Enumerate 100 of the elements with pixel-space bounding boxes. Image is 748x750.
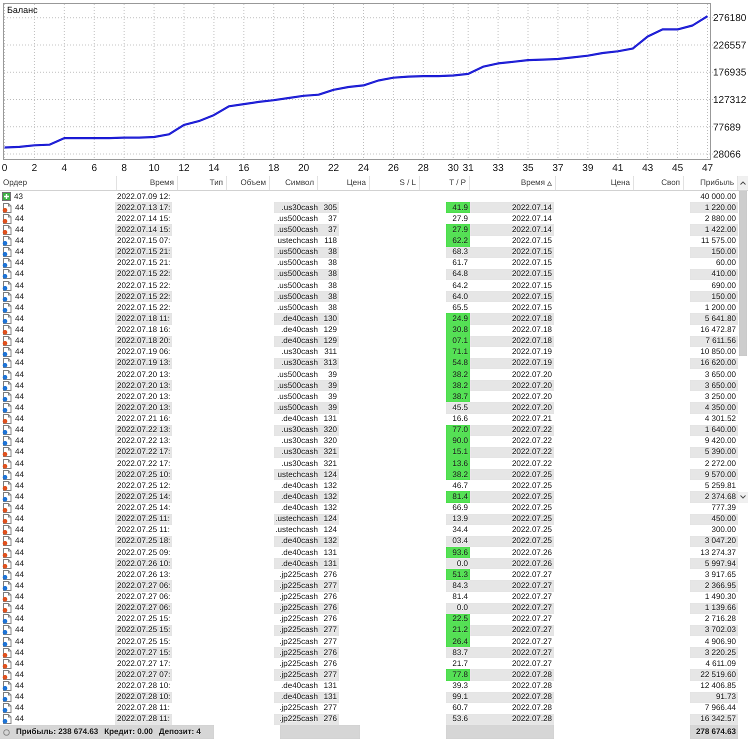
x-axis-label: 35	[522, 163, 534, 174]
order-number: 44	[15, 704, 24, 712]
chevron-up-icon	[740, 181, 746, 185]
y-axis-label: 127312	[713, 95, 746, 106]
column-header[interactable]: S / L	[370, 176, 420, 190]
order-number: 44	[15, 415, 24, 424]
price-cell: 276	[320, 569, 339, 580]
take-profit-cell: 13.9	[446, 514, 470, 525]
x-axis-label: 45	[672, 163, 684, 174]
column-header[interactable]: Время	[117, 176, 178, 190]
open-time-cell: 2022.07.27 06:	[115, 580, 172, 592]
x-axis-label: 28	[418, 163, 429, 174]
x-axis-label: 39	[582, 163, 594, 174]
y-axis-label: 226557	[713, 40, 746, 52]
close-time-cell: 2022.07.18	[470, 336, 554, 347]
price-cell: 131	[320, 692, 339, 703]
price-cell: 321	[320, 446, 339, 458]
profit-cell: 3 917.65	[690, 569, 738, 580]
price-cell: 124	[320, 514, 339, 525]
order-number: 44	[15, 593, 24, 602]
order-number: 44	[15, 392, 24, 401]
profit-cell: 450.00	[690, 514, 738, 525]
y-axis-label: 176935	[713, 68, 746, 79]
close-time-cell: 2022.07.20	[470, 380, 554, 392]
order-number: 44	[15, 448, 24, 456]
open-time-cell: 2022.07.27 17:	[115, 658, 172, 670]
profit-cell: 22 519.60	[690, 669, 738, 680]
open-time-cell: 2022.07.25 14:	[115, 491, 172, 502]
order-number: 44	[15, 537, 24, 546]
price-cell: 37	[320, 213, 339, 224]
x-axis-label: 20	[298, 163, 310, 174]
symbol-cell: .jp225cash	[274, 647, 320, 658]
symbol-cell: .jp225cash	[274, 592, 320, 603]
order-number: 44	[15, 270, 24, 278]
column-header[interactable]: Цена	[318, 176, 370, 190]
x-axis-label: 22	[328, 163, 340, 174]
column-header[interactable]: T / P	[420, 176, 470, 190]
order-number: 44	[15, 226, 24, 234]
open-time-cell: 2022.07.09 12:	[115, 191, 172, 202]
open-time-cell: 2022.07.25 15:	[115, 636, 172, 648]
order-number: 44	[15, 670, 24, 679]
order-number: 44	[15, 715, 24, 724]
scrollbar-thumb[interactable]	[739, 191, 747, 356]
order-number: 44	[15, 638, 24, 646]
column-header[interactable]: Ордер	[0, 176, 117, 190]
price-cell: 38	[320, 268, 339, 280]
profit-cell: 16 620.00	[690, 358, 738, 369]
y-axis-label: 77689	[713, 122, 741, 134]
price-cell: 276	[320, 658, 339, 670]
take-profit-cell: 03.4	[446, 536, 470, 547]
x-axis-label: 33	[492, 163, 504, 174]
symbol-cell: .us500cash	[274, 291, 320, 302]
column-header[interactable]: Объем	[227, 176, 270, 190]
x-axis-label: 14	[208, 163, 220, 174]
column-header[interactable]: Тип	[178, 176, 227, 190]
profit-cell: 2 374.68	[690, 491, 738, 502]
open-time-cell: 2022.07.22 17:	[115, 446, 172, 458]
price-cell: 276	[320, 602, 339, 614]
take-profit-cell: 62.2	[446, 236, 470, 247]
symbol-cell: .jp225cash	[274, 669, 320, 680]
take-profit-cell: 38.2	[446, 380, 470, 392]
column-header[interactable]: Время	[470, 176, 556, 190]
status-text: Кредит: 0.00	[104, 728, 153, 736]
take-profit-cell: 45.5	[446, 402, 470, 414]
open-time-cell: 2022.07.18 11:	[115, 313, 172, 324]
take-profit-cell: 84.3	[446, 580, 470, 592]
symbol-cell: .de40cash	[274, 336, 320, 347]
close-time-cell: 2022.07.26	[470, 558, 554, 570]
take-profit-cell: 24.9	[446, 313, 470, 324]
open-time-cell: 2022.07.27 15:	[115, 647, 172, 658]
profit-cell: 16 342.57	[690, 714, 738, 725]
scroll-down-button[interactable]	[738, 492, 748, 502]
status-text: Прибыль: 238 674.63	[16, 728, 98, 736]
open-time-cell: 2022.07.15 22:	[115, 302, 172, 314]
column-header[interactable]: Цена	[556, 176, 634, 190]
symbol-cell: ustechcash	[274, 469, 320, 480]
take-profit-cell: 0.0	[446, 602, 470, 614]
column-header[interactable]: Своп	[634, 176, 684, 190]
symbol-cell: .jp225cash	[274, 602, 320, 614]
x-axis-label: 37	[552, 163, 564, 174]
order-number: 44	[15, 359, 24, 368]
close-time-cell: 2022.07.27	[470, 569, 554, 580]
order-number: 44	[15, 282, 24, 290]
column-header[interactable]: Символ	[270, 176, 318, 190]
open-time-cell: 2022.07.25 12:	[115, 480, 172, 492]
close-time-cell: 2022.07.15	[470, 302, 554, 314]
symbol-cell: .de40cash	[274, 480, 320, 492]
take-profit-cell: 93.6	[446, 547, 470, 558]
order-number: 44	[15, 570, 24, 579]
order-number: 44	[15, 660, 24, 668]
scroll-up-button[interactable]	[738, 176, 748, 190]
symbol-cell: .jp225cash	[274, 658, 320, 670]
symbol-cell: .de40cash	[274, 558, 320, 570]
symbol-cell: .jp225cash	[274, 569, 320, 580]
close-time-cell: 2022.07.15	[470, 291, 554, 302]
status-text: Депозит: 4	[158, 728, 201, 736]
order-number: 44	[15, 304, 24, 312]
take-profit-cell: 38.2	[446, 469, 470, 480]
price-cell: 276	[320, 647, 339, 658]
x-axis-label: 6	[91, 163, 98, 174]
